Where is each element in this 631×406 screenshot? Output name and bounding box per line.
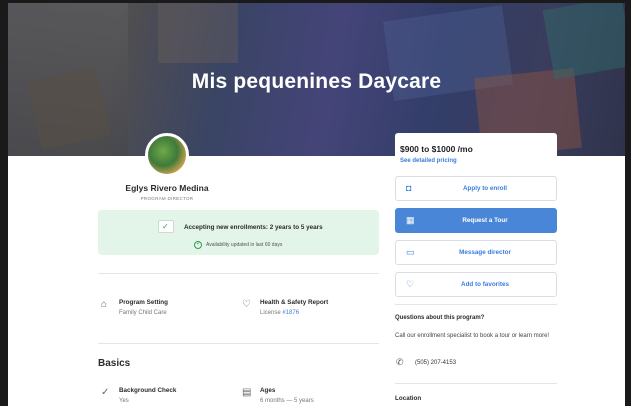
page-frame: Mis pequenines Daycare Eglys Rivero Medi… (8, 3, 625, 406)
home-icon: ⌂ (101, 299, 108, 310)
page-title: Mis pequenines Daycare (191, 70, 442, 93)
basics-heading: Basics (98, 358, 131, 369)
pricing-card: $900 to $1000 /mo See detailed pricing (395, 133, 557, 171)
phone-icon: ✆ (396, 357, 404, 367)
program-setting-value: Family Child Care (119, 310, 167, 316)
license-prefix: License (260, 310, 283, 316)
enrollment-status: Accepting new enrollments: 2 years to 5 … (184, 224, 323, 231)
tour-label: Request a Tour (462, 217, 508, 224)
health-report-license: License #1876 (260, 310, 299, 316)
availability-updated: Availability updated in last 60 days (206, 242, 283, 248)
divider (98, 273, 379, 274)
request-tour-button[interactable]: ▦ Request a Tour (395, 208, 557, 233)
shield-icon: ♡ (242, 299, 251, 310)
badge-check-icon: ✓ (101, 387, 110, 398)
license-link[interactable]: #1876 (282, 310, 299, 316)
envelope-check-icon: ✓ (158, 220, 174, 233)
enrollment-status-box: ✓ Accepting new enrollments: 2 years to … (98, 210, 379, 255)
apply-to-enroll-button[interactable]: ◘ Apply to enroll (395, 176, 557, 201)
director-name: Eglys Rivero Medina (125, 183, 209, 193)
health-report-title: Health & Safety Report (260, 299, 329, 306)
background-check-value: Yes (119, 398, 129, 404)
building-icon: ▤ (242, 387, 252, 398)
location-heading: Location (395, 395, 422, 402)
detailed-pricing-link[interactable]: See detailed pricing (400, 158, 457, 164)
message-director-button[interactable]: ▭ Message director (395, 240, 557, 265)
add-to-favorites-button[interactable]: ♡ Add to favorites (395, 272, 557, 297)
phone-number[interactable]: (505) 207-4153 (415, 360, 456, 366)
check-circle-icon: ✓ (194, 241, 202, 249)
price: $900 to $1000 /mo (400, 144, 473, 154)
divider (395, 304, 557, 305)
apply-label: Apply to enroll (462, 185, 508, 192)
director-role: PROGRAM DIRECTOR (140, 196, 194, 201)
favorites-label: Add to favorites (461, 281, 509, 288)
contact-text: Call our enrollment specialist to book a… (395, 333, 550, 339)
ages-title: Ages (260, 387, 276, 394)
divider (98, 343, 379, 344)
ages-value: 6 months — 5 years (260, 398, 314, 404)
background-check-title: Background Check (119, 387, 177, 394)
divider (395, 383, 557, 384)
questions-heading: Questions about this program? (395, 315, 485, 321)
program-setting-title: Program Setting (119, 299, 168, 306)
message-label: Message director (459, 249, 511, 256)
director-avatar (145, 133, 189, 177)
